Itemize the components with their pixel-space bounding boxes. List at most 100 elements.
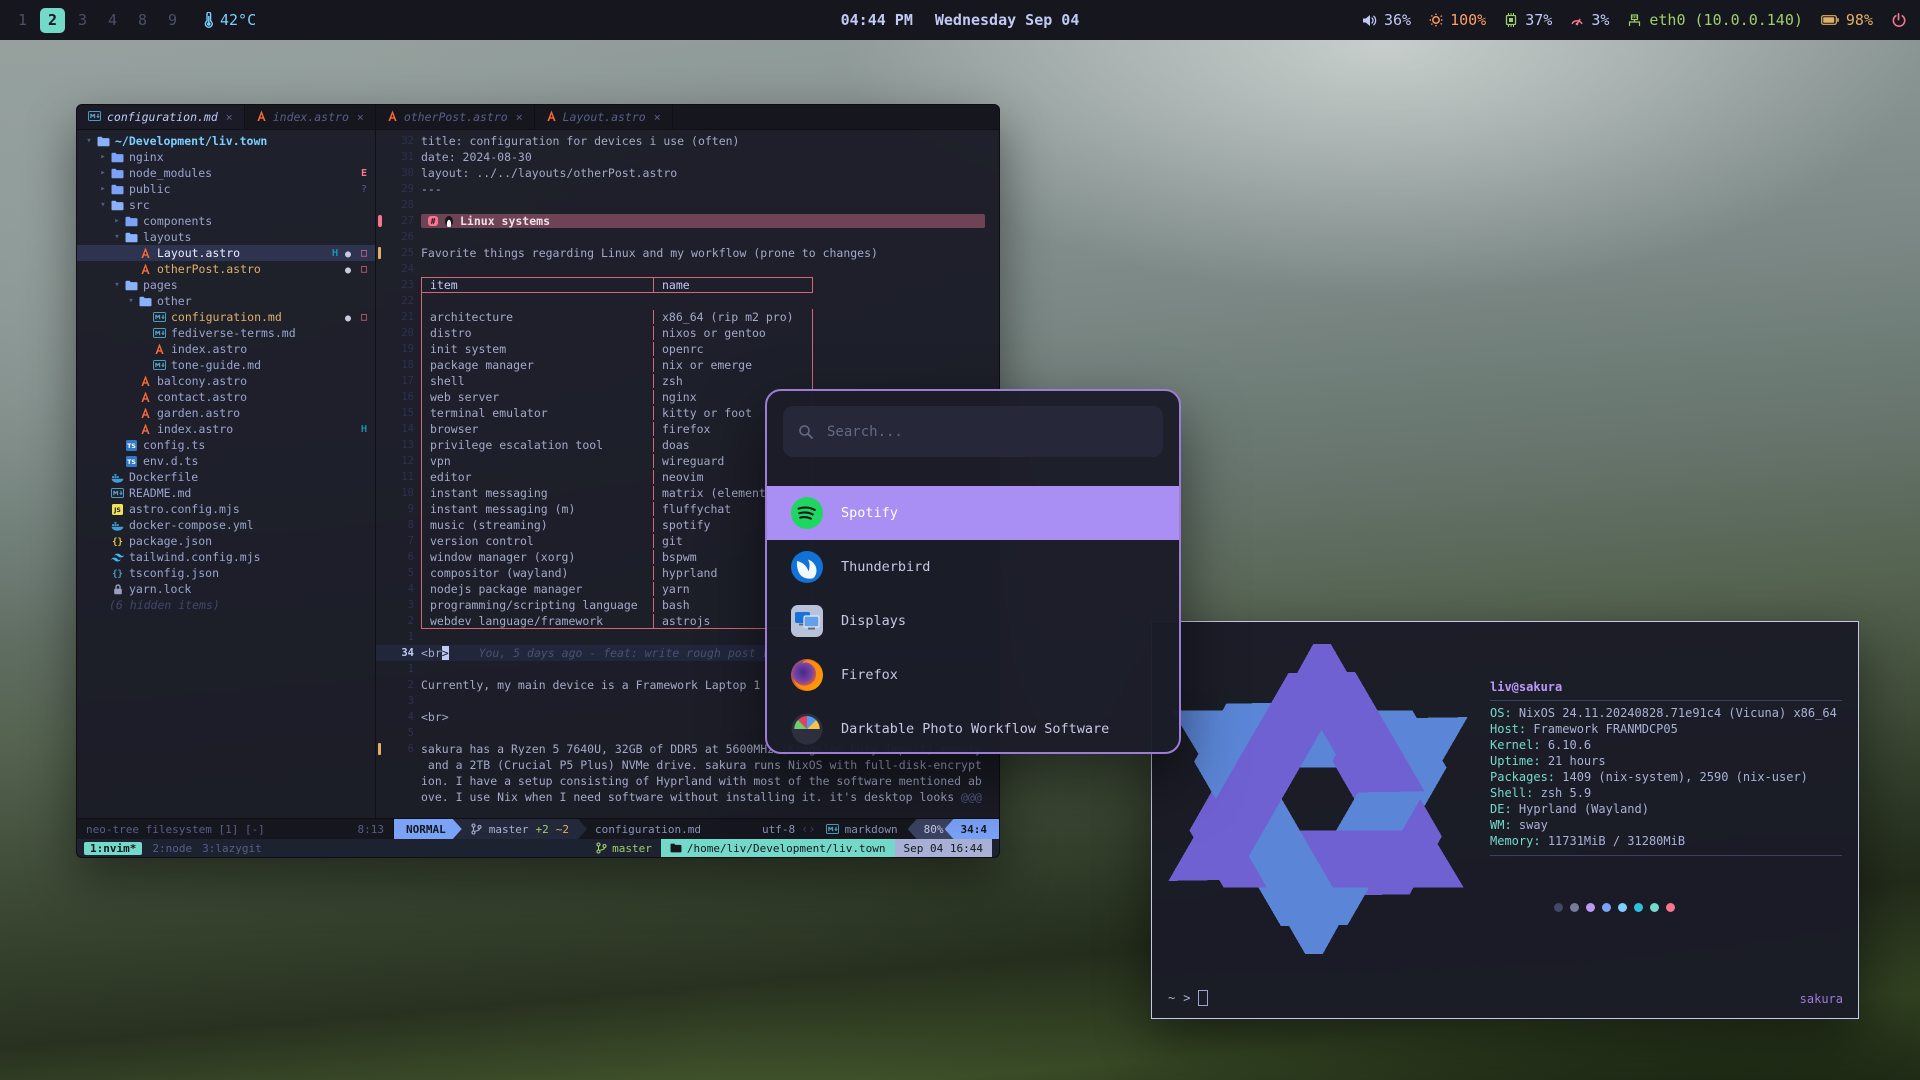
line-number: 24: [384, 263, 421, 275]
tree-item-env.d.ts[interactable]: TSenv.d.ts: [77, 453, 375, 469]
editor-line: 28: [376, 197, 999, 213]
tree-item-README.md[interactable]: README.md: [77, 485, 375, 501]
memory-icon: [1504, 13, 1518, 27]
terminal-window-fastfetch: liv@sakura OS: NixOS 24.11.20240828.71e9…: [1151, 621, 1859, 1019]
line-number: 7: [384, 535, 421, 547]
neo-tree-panel: ▾~/Development/liv.town▸nginx▸node_modul…: [77, 130, 376, 818]
sign-column: [376, 437, 384, 453]
badge-hint: H: [332, 248, 338, 259]
git-added-count: +2: [536, 823, 549, 836]
workspace-button-8[interactable]: 8: [130, 8, 155, 33]
tmux-window-3:lazygit[interactable]: 3:lazygit: [202, 842, 262, 855]
thunderbird-icon: [790, 550, 824, 584]
encoding-indicator: utf-8: [756, 819, 801, 839]
search-icon: [798, 424, 814, 440]
statusline: neo-tree filesystem [1] [-] 8:13 NORMAL …: [77, 818, 999, 839]
tree-item-index.astro[interactable]: index.astroH: [77, 421, 375, 437]
search-input[interactable]: [825, 423, 1148, 441]
fetch-info-value: 11731MiB / 31280MiB: [1548, 834, 1685, 848]
tree-item-balcony.astro[interactable]: balcony.astro: [77, 373, 375, 389]
tree-item-nginx[interactable]: ▸nginx: [77, 149, 375, 165]
sign-column: [376, 789, 384, 805]
module-battery: 98%: [1821, 11, 1873, 29]
tmux-window-1:nvim*[interactable]: 1:nvim*: [84, 842, 142, 855]
line-number: 4: [384, 583, 421, 595]
palette-dot-3: [1602, 903, 1611, 912]
tree-item-config.ts[interactable]: TSconfig.ts: [77, 437, 375, 453]
fetch-info-row: Shell: zsh 5.9: [1490, 786, 1842, 802]
tab-index.astro[interactable]: index.astro×: [245, 105, 376, 129]
table-cell-item: distro: [422, 326, 654, 340]
tab-close-icon[interactable]: ×: [516, 110, 523, 124]
tree-item-otherPost.astro[interactable]: otherPost.astro●□: [77, 261, 375, 277]
sign-column: [376, 613, 384, 629]
git-status-badges: H●□: [332, 248, 367, 259]
temperature-value: 42°C: [220, 11, 256, 29]
tab-close-icon[interactable]: ×: [357, 110, 364, 124]
tree-item-public[interactable]: ▸public?: [77, 181, 375, 197]
prompt-char: >: [1183, 991, 1190, 1005]
line-number: 6: [384, 743, 421, 755]
fetch-info-label: Packages:: [1490, 770, 1555, 784]
tree-item-pages[interactable]: ▾pages: [77, 277, 375, 293]
tree-item-tsconfig.json[interactable]: {}tsconfig.json: [77, 565, 375, 581]
tree-root[interactable]: ▾~/Development/liv.town: [77, 133, 375, 149]
tab-Layout.astro[interactable]: Layout.astro×: [535, 105, 673, 129]
statusline-main: NORMAL master +2 ~2 configuration.md utf…: [394, 819, 999, 839]
tree-item-6hiddenitems[interactable]: (6 hidden items): [77, 597, 375, 613]
tree-item-contact.astro[interactable]: contact.astro: [77, 389, 375, 405]
line-number: 32: [384, 135, 421, 147]
table-cell-item: editor: [422, 470, 654, 484]
power-button[interactable]: [1891, 13, 1906, 28]
tree-item-configuration.md[interactable]: configuration.md●□: [77, 309, 375, 325]
workspace-button-2[interactable]: 2: [40, 8, 65, 33]
launcher-item-thunderbird[interactable]: Thunderbird: [767, 540, 1179, 594]
shell-prompt[interactable]: ~ >: [1168, 990, 1208, 1006]
ts-icon: TS: [123, 456, 140, 467]
workspace-button-1[interactable]: 1: [10, 8, 35, 33]
launcher-item-darktable[interactable]: Darktable Photo Workflow Software: [767, 702, 1179, 754]
launcher-item-firefox[interactable]: Firefox: [767, 648, 1179, 702]
tree-item-astro.config.mjs[interactable]: JSastro.config.mjs: [77, 501, 375, 517]
launcher-item-spotify[interactable]: Spotify: [767, 486, 1179, 540]
table-cell-name: nix or emerge: [654, 358, 812, 372]
tab-close-icon[interactable]: ×: [226, 110, 233, 124]
tree-item-other[interactable]: ▾other: [77, 293, 375, 309]
git-branch-icon: [596, 842, 607, 854]
tab-otherPost.astro[interactable]: otherPost.astro×: [376, 105, 535, 129]
tree-item-yarn.lock[interactable]: yarn.lock: [77, 581, 375, 597]
git-status-badges: ●□: [345, 312, 367, 323]
tree-item-fediverse-terms.md[interactable]: fediverse-terms.md: [77, 325, 375, 341]
module-memory-value: 37%: [1525, 11, 1552, 29]
tab-close-icon[interactable]: ×: [654, 110, 661, 124]
tree-item-docker-compose.yml[interactable]: docker-compose.yml: [77, 517, 375, 533]
tree-item-garden.astro[interactable]: garden.astro: [77, 405, 375, 421]
launcher-search-box[interactable]: [783, 406, 1163, 457]
tab-configuration.md[interactable]: configuration.md×: [77, 105, 245, 129]
tree-item-nodemodules[interactable]: ▸node_modulesE: [77, 165, 375, 181]
tree-item-package.json[interactable]: {}package.json: [77, 533, 375, 549]
workspace-button-9[interactable]: 9: [160, 8, 185, 33]
tree-item-label: astro.config.mjs: [129, 502, 240, 516]
workspace-button-3[interactable]: 3: [70, 8, 95, 33]
tree-item-tailwind.config.mjs[interactable]: tailwind.config.mjs: [77, 549, 375, 565]
line-text: <br>: [421, 710, 449, 724]
tree-item-Layout.astro[interactable]: Layout.astroH●□: [77, 245, 375, 261]
tree-item-tone-guide.md[interactable]: tone-guide.md: [77, 357, 375, 373]
module-cpu-value: 3%: [1591, 11, 1609, 29]
astro-icon: [387, 110, 398, 125]
launcher-item-label: Thunderbird: [841, 559, 930, 575]
tree-item-components[interactable]: ▸components: [77, 213, 375, 229]
tree-item-src[interactable]: ▾src: [77, 197, 375, 213]
workspace-button-4[interactable]: 4: [100, 8, 125, 33]
tree-item-label: Dockerfile: [129, 470, 198, 484]
tree-item-Dockerfile[interactable]: Dockerfile: [77, 469, 375, 485]
bufferline: configuration.md×index.astro×otherPost.a…: [77, 105, 999, 130]
launcher-item-displays[interactable]: Displays: [767, 594, 1179, 648]
sign-column: [376, 309, 384, 325]
tmux-window-2:node[interactable]: 2:node: [152, 842, 192, 855]
tree-item-label: balcony.astro: [157, 374, 247, 388]
tree-item-index.astro[interactable]: index.astro: [77, 341, 375, 357]
palette-dot-0: [1554, 903, 1563, 912]
tree-item-layouts[interactable]: ▾layouts: [77, 229, 375, 245]
